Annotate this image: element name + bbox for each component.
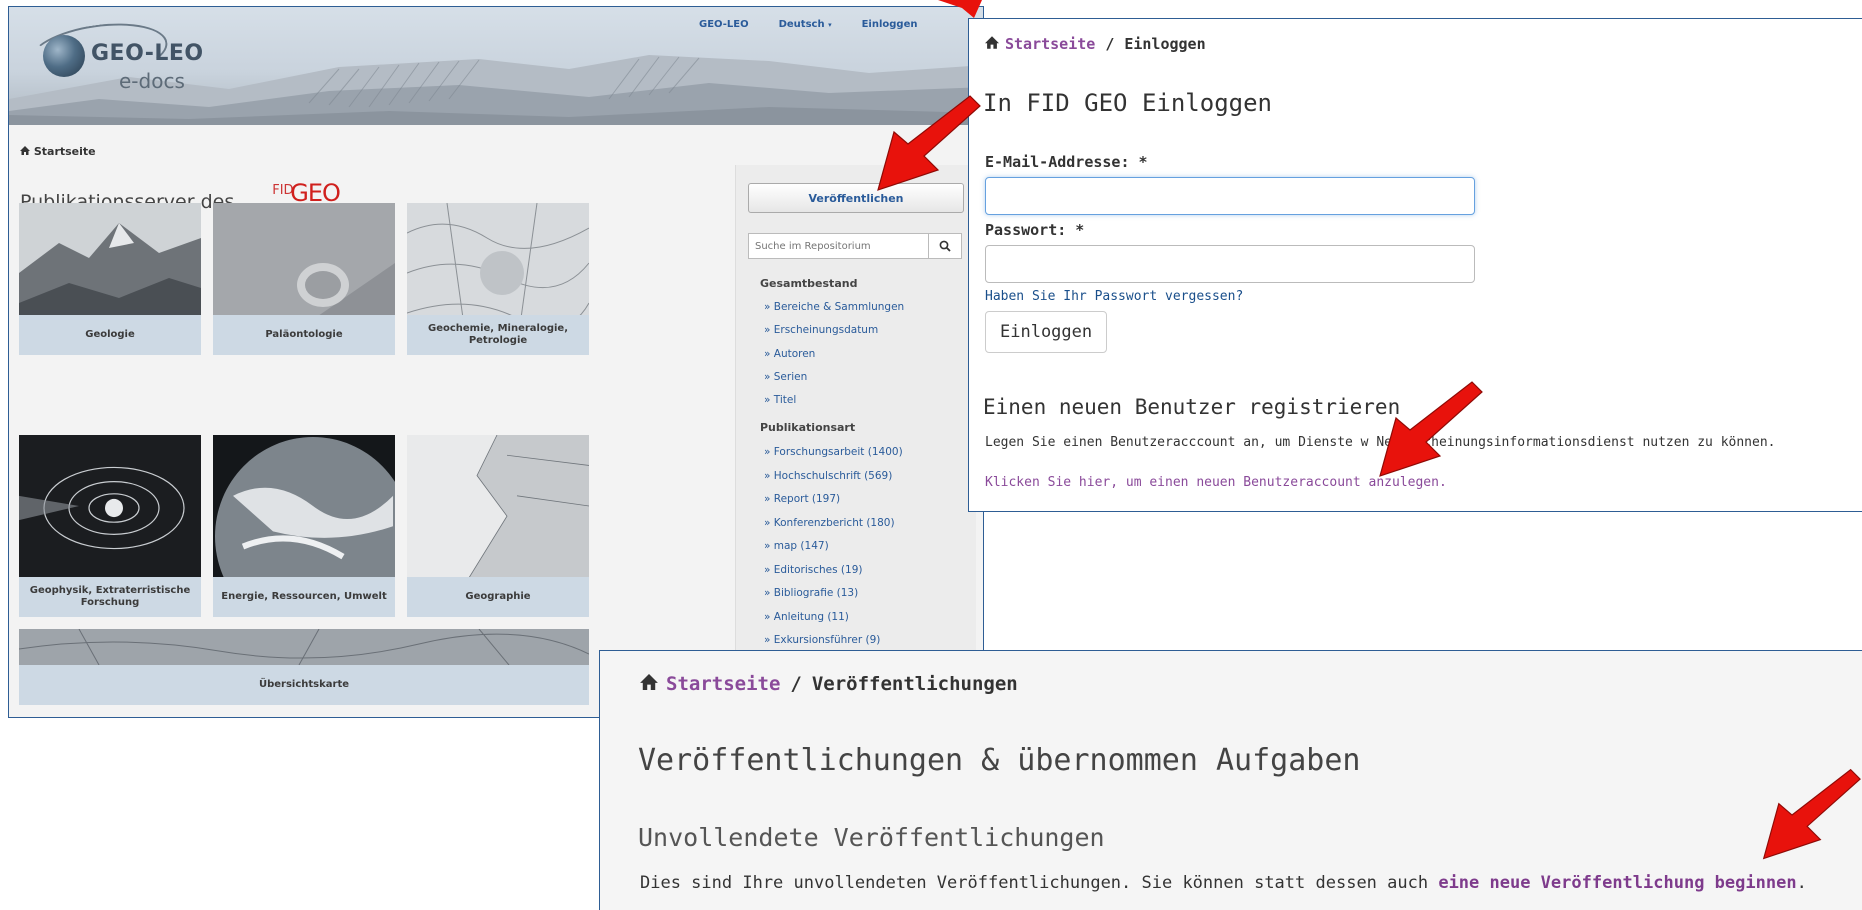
sidebar-link-bibliografie[interactable]: » Bibliografie (13) <box>764 587 858 599</box>
password-field[interactable] <box>985 245 1475 283</box>
sidebar-link-exkursionsfuehrer[interactable]: » Exkursionsführer (9) <box>764 634 880 646</box>
earth-photo <box>213 435 395 581</box>
register-heading: Einen neuen Benutzer registrieren <box>983 395 1401 419</box>
breadcrumb: Startseite / Einloggen <box>985 35 1206 53</box>
geo-leo-logo[interactable]: GEO-LEO e-docs <box>25 15 229 95</box>
old-map-image <box>407 435 589 581</box>
caret-down-icon: ▾ <box>828 21 832 29</box>
breadcrumb-separator: / <box>790 673 802 695</box>
sidebar: Veröffentlichen Gesamtbestand » Bereiche… <box>735 165 976 717</box>
section-title: Unvollendete Veröffentlichungen <box>638 823 1105 852</box>
repository-home-panel: GEO-LEO e-docs GEO-LEO Deutsch ▾ Einlogg… <box>8 6 984 718</box>
login-button[interactable]: Einloggen <box>985 311 1108 353</box>
logo-subtitle: e-docs <box>119 69 185 93</box>
nav-login[interactable]: Einloggen <box>862 19 918 30</box>
login-panel: Startseite / Einloggen In FID GEO Einlog… <box>968 18 1862 512</box>
tile-label: Geochemie, Mineralogie, Petrologie <box>407 315 589 355</box>
sidebar-link-map[interactable]: » map (147) <box>764 540 829 552</box>
top-navigation: GEO-LEO Deutsch ▾ Einloggen <box>699 19 917 30</box>
sidebar-link-serien[interactable]: » Serien <box>764 371 807 383</box>
breadcrumb-home[interactable]: Startseite <box>1005 35 1095 53</box>
tile-label: Energie, Ressourcen, Umwelt <box>213 577 395 617</box>
sidebar-link-anleitung[interactable]: » Anleitung (11) <box>764 611 849 623</box>
password-label: Passwort: * <box>985 221 1085 239</box>
overview-map-tile[interactable]: Übersichtskarte <box>19 629 589 705</box>
sidebar-link-titel[interactable]: » Titel <box>764 394 796 406</box>
nav-geo-leo[interactable]: GEO-LEO <box>699 19 749 30</box>
category-tile-energie[interactable]: Energie, Ressourcen, Umwelt <box>213 435 395 617</box>
tile-label: Geophysik, Extraterristische Forschung <box>19 577 201 617</box>
map-strip-image <box>19 629 589 665</box>
category-tile-geologie[interactable]: Geologie <box>19 203 201 355</box>
sidebar-link-report[interactable]: » Report (197) <box>764 493 840 505</box>
breadcrumb: Startseite / Veröffentlichungen <box>640 673 1018 695</box>
breadcrumb-home[interactable]: Startseite <box>666 673 780 695</box>
tile-label: Geographie <box>407 577 589 617</box>
sidebar-link-forschungsarbeit[interactable]: » Forschungsarbeit (1400) <box>764 446 903 458</box>
register-account-link[interactable]: Klicken Sie hier, um einen neuen Benutze… <box>985 475 1447 490</box>
sidebar-link-editorisches[interactable]: » Editorisches (19) <box>764 564 862 576</box>
repository-search <box>748 233 962 259</box>
tile-label: Geologie <box>19 315 201 355</box>
page-title: In FID GEO Einloggen <box>983 89 1272 117</box>
section-description: Dies sind Ihre unvollendeten Veröffentli… <box>640 873 1807 893</box>
description-end: . <box>1796 873 1807 893</box>
tile-label: Übersichtskarte <box>19 665 589 705</box>
search-input[interactable] <box>748 233 928 259</box>
category-tile-palaeontologie[interactable]: Paläontologie <box>213 203 395 355</box>
globe-icon <box>43 35 85 77</box>
sidebar-link-autoren[interactable]: » Autoren <box>764 348 815 360</box>
logo-title: GEO-LEO <box>91 41 204 66</box>
language-label: Deutsch <box>778 19 825 30</box>
sidebar-link-hochschulschrift[interactable]: » Hochschulschrift (569) <box>764 470 892 482</box>
category-tile-geochemie[interactable]: Geochemie, Mineralogie, Petrologie <box>407 203 589 355</box>
register-description: Legen Sie einen Benutzeracccount an, um … <box>985 435 1776 450</box>
publish-button[interactable]: Veröffentlichen <box>748 183 964 213</box>
sidebar-link-konferenzbericht[interactable]: » Konferenzbericht (180) <box>764 517 895 529</box>
category-tile-geophysik[interactable]: Geophysik, Extraterristische Forschung <box>19 435 201 617</box>
sidebar-link-bereiche[interactable]: » Bereiche & Sammlungen <box>764 301 904 313</box>
section-heading-publikationsart: Publikationsart <box>760 421 856 434</box>
sidebar-link-erscheinungsdatum[interactable]: » Erscheinungsdatum <box>764 324 878 336</box>
publications-panel: Startseite / Veröffentlichungen Veröffen… <box>599 650 1862 910</box>
header-banner: GEO-LEO e-docs GEO-LEO Deutsch ▾ Einlogg… <box>9 7 983 125</box>
breadcrumb-current: Veröffentlichungen <box>811 673 1018 695</box>
category-tile-geographie[interactable]: Geographie <box>407 435 589 617</box>
tile-label: Paläontologie <box>213 315 395 355</box>
new-publication-link[interactable]: eine neue Veröffentlichung beginnen <box>1438 873 1796 893</box>
breadcrumb-current: Einloggen <box>1124 35 1206 53</box>
home-icon <box>20 145 34 158</box>
breadcrumb: Startseite <box>20 145 96 158</box>
nav-language-dropdown[interactable]: Deutsch ▾ <box>779 19 832 30</box>
email-field[interactable] <box>985 177 1475 215</box>
breadcrumb-home[interactable]: Startseite <box>34 145 96 158</box>
breadcrumb-separator: / <box>1105 35 1115 53</box>
magnetosphere-image <box>19 435 201 581</box>
section-heading-gesamtbestand: Gesamtbestand <box>760 277 858 290</box>
home-icon <box>640 673 658 695</box>
home-icon <box>985 35 999 53</box>
forgot-password-link[interactable]: Haben Sie Ihr Passwort vergessen? <box>985 289 1243 304</box>
search-button[interactable] <box>928 233 962 259</box>
description-text: Dies sind Ihre unvollendeten Veröffentli… <box>640 873 1439 893</box>
search-icon <box>939 237 951 256</box>
email-label: E-Mail-Addresse: * <box>985 153 1148 171</box>
page-title: Veröffentlichungen & übernommen Aufgaben <box>638 743 1361 778</box>
